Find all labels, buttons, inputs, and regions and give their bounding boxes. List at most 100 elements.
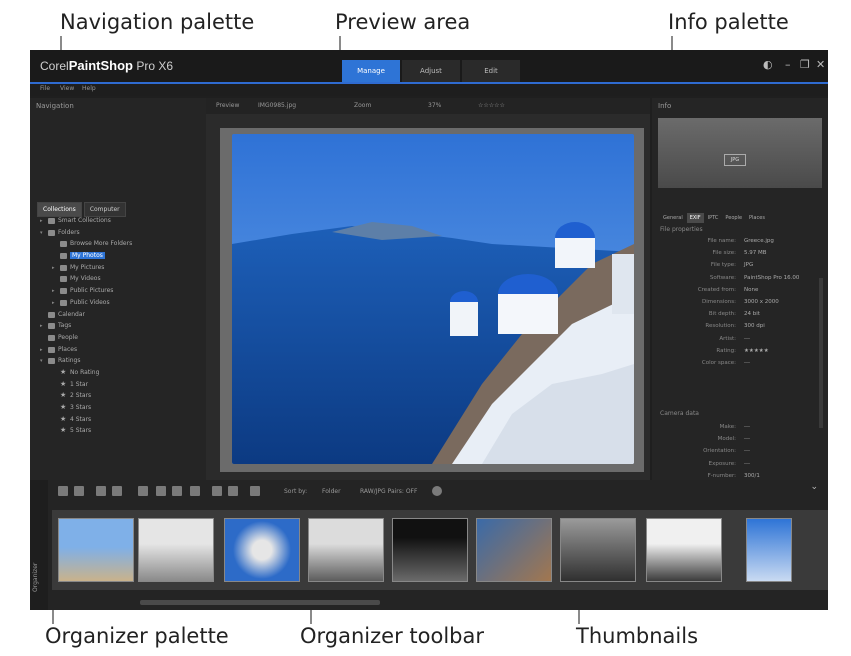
thumbnail[interactable] xyxy=(138,518,214,582)
folder-icon xyxy=(48,311,55,318)
settings-icon[interactable] xyxy=(432,486,442,496)
tab-iptc[interactable]: IPTC xyxy=(705,213,722,223)
tree-item[interactable]: ▸ My Pictures xyxy=(40,263,200,275)
tree-item[interactable]: ▸ Places xyxy=(40,345,200,357)
thumbnail[interactable] xyxy=(646,518,722,582)
navigation-tree: ▸ Smart Collections ▾ Folders Browse More Fo… xyxy=(40,216,200,438)
tree-item[interactable]: People xyxy=(40,333,200,345)
navigation-title: Navigation xyxy=(36,102,74,110)
thumbnail[interactable] xyxy=(746,518,792,582)
maximize-icon[interactable]: ❐ xyxy=(800,58,810,71)
info-toggle-icon[interactable] xyxy=(250,486,260,496)
tree-item[interactable]: ▸ Public Videos xyxy=(40,298,200,310)
preview-mode[interactable]: Preview xyxy=(216,102,239,109)
tree-item[interactable]: ▸ Public Pictures xyxy=(40,286,200,298)
callout-organizer-palette: Organizer palette xyxy=(45,624,229,648)
menu-view[interactable]: View xyxy=(60,85,74,92)
property-key: Orientation: xyxy=(703,448,736,455)
folder-icon xyxy=(60,241,67,248)
share-icon[interactable] xyxy=(172,486,182,496)
tab-people[interactable]: People xyxy=(722,213,745,223)
property-key: Artist: xyxy=(719,335,736,342)
property-value: Greece.jpg xyxy=(744,238,774,244)
tab-collections[interactable]: Collections xyxy=(37,202,82,217)
print-icon[interactable] xyxy=(190,486,200,496)
tab-exif[interactable]: EXIF xyxy=(686,213,704,223)
tree-item[interactable]: ★ 3 Stars xyxy=(40,403,200,415)
menu-file[interactable]: File xyxy=(40,85,50,92)
expand-icon[interactable]: ▸ xyxy=(40,218,43,224)
expand-icon[interactable]: ▸ xyxy=(40,347,43,353)
tab-places[interactable]: Places xyxy=(746,213,768,223)
tree-item[interactable]: ★ 4 Stars xyxy=(40,415,200,427)
tree-item[interactable]: ▸ Smart Collections xyxy=(40,216,200,228)
property-row: Model: --- xyxy=(652,436,822,447)
property-row: File type: JPG xyxy=(652,262,822,273)
tree-item-label: Ratings xyxy=(58,357,81,365)
tree-item[interactable]: ▸ Tags xyxy=(40,321,200,333)
expand-icon[interactable]: ▸ xyxy=(52,288,55,294)
folder-icon xyxy=(48,218,55,224)
tree-item[interactable]: ★ 5 Stars xyxy=(40,426,200,438)
organizer-scrollbar[interactable] xyxy=(140,600,380,605)
tree-item[interactable]: My Photos xyxy=(40,251,200,263)
expand-icon[interactable]: ▾ xyxy=(40,230,43,236)
details-view-icon[interactable] xyxy=(74,486,84,496)
close-icon[interactable]: ✕ xyxy=(816,58,825,71)
info-scrollbar[interactable] xyxy=(819,278,823,428)
menu-help[interactable]: Help xyxy=(82,85,96,92)
thumbnail[interactable] xyxy=(560,518,636,582)
folder-icon[interactable] xyxy=(156,486,166,496)
thumbnail[interactable] xyxy=(392,518,468,582)
user-icon[interactable]: ◐ xyxy=(763,58,773,71)
expand-icon[interactable]: ▸ xyxy=(40,323,43,329)
slideshow-icon[interactable] xyxy=(228,486,238,496)
property-key: Software: xyxy=(709,274,736,281)
info-title: Info xyxy=(658,102,672,110)
rotate-left-icon[interactable] xyxy=(96,486,106,496)
preview-rating[interactable]: ☆☆☆☆☆ xyxy=(478,102,505,109)
tab-general[interactable]: General xyxy=(660,213,686,223)
tab-computer[interactable]: Computer xyxy=(83,202,126,217)
property-value: PaintShop Pro 16.00 xyxy=(744,274,800,281)
star-icon: ★ xyxy=(60,391,67,400)
raw-jpg-pairs[interactable]: RAW/JPG Pairs: OFF xyxy=(360,488,417,495)
thumbnail-view-icon[interactable] xyxy=(58,486,68,496)
property-row: Software: PaintShop Pro 16.00 xyxy=(652,275,822,286)
thumbnail[interactable] xyxy=(224,518,300,582)
expand-icon[interactable]: ▸ xyxy=(52,265,55,271)
sort-by-value[interactable]: Folder xyxy=(322,488,341,495)
property-row: Created from: None xyxy=(652,287,822,298)
tab-edit[interactable]: Edit xyxy=(462,60,520,82)
rotate-right-icon[interactable] xyxy=(112,486,122,496)
minimize-icon[interactable]: – xyxy=(785,58,791,71)
tree-item[interactable]: Browse More Folders xyxy=(40,239,200,251)
star-icon: ★ xyxy=(60,367,67,376)
tree-item[interactable]: ▾ Ratings xyxy=(40,356,200,368)
navigation-palette: Navigation Collections Computer ▸ Smart Co… xyxy=(30,98,206,518)
tab-adjust[interactable]: Adjust xyxy=(402,60,460,82)
thumbnail[interactable] xyxy=(308,518,384,582)
expand-icon[interactable]: ▾ xyxy=(40,358,43,364)
property-key: File type: xyxy=(710,262,736,269)
collapse-organizer-icon[interactable]: ⌄ xyxy=(810,482,818,492)
property-key: Resolution: xyxy=(705,323,736,330)
star-icon: ★ xyxy=(60,426,67,435)
tree-item[interactable]: ★ 2 Stars xyxy=(40,391,200,403)
thumbnail[interactable] xyxy=(58,518,134,582)
property-key: Rating: xyxy=(716,347,736,354)
folder-icon xyxy=(48,229,55,236)
menu-bar: File View Help xyxy=(30,84,828,96)
zoom-value[interactable]: 37% xyxy=(428,102,441,109)
tree-item[interactable]: My Videos xyxy=(40,274,200,286)
tree-item[interactable]: ▾ Folders xyxy=(40,228,200,240)
filter-icon[interactable] xyxy=(138,486,148,496)
tree-item[interactable]: Calendar xyxy=(40,310,200,322)
thumbnail[interactable] xyxy=(476,518,552,582)
expand-icon[interactable]: ▸ xyxy=(52,300,55,306)
tab-manage[interactable]: Manage xyxy=(342,60,400,82)
compare-icon[interactable] xyxy=(212,486,222,496)
property-value: 24 bit xyxy=(744,311,760,318)
tree-item[interactable]: ★ 1 Star xyxy=(40,380,200,392)
tree-item[interactable]: ★ No Rating xyxy=(40,368,200,380)
